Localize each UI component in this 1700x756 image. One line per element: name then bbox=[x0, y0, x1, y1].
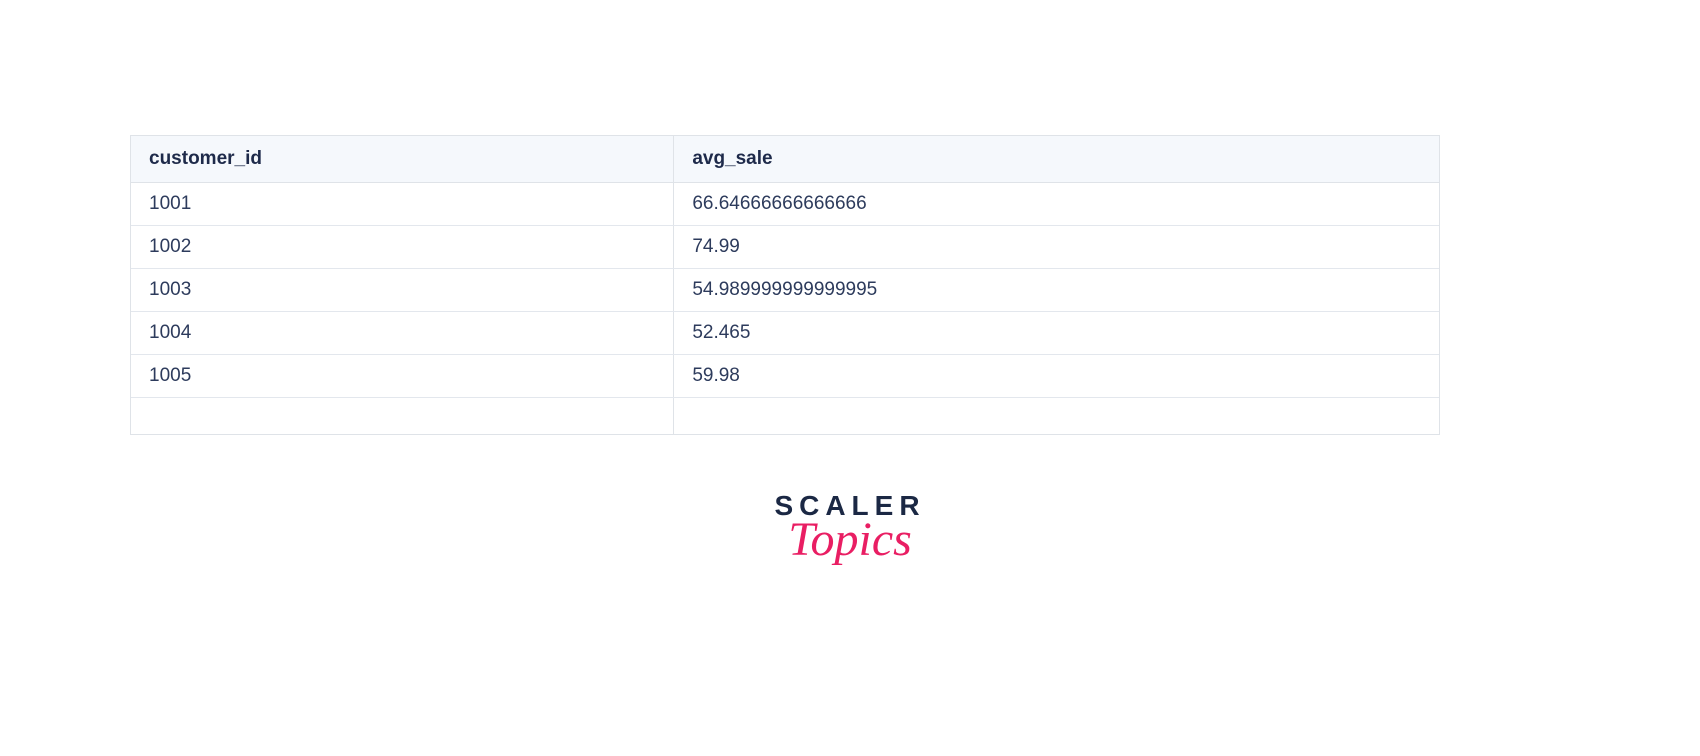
cell-customer-id: 1003 bbox=[131, 269, 674, 312]
cell-customer-id: 1001 bbox=[131, 183, 674, 226]
table-row: 1003 54.989999999999995 bbox=[131, 269, 1439, 312]
scaler-topics-logo: SCALER Topics bbox=[774, 490, 925, 567]
table-row: 1002 74.99 bbox=[131, 226, 1439, 269]
table-header-row: customer_id avg_sale bbox=[131, 136, 1439, 183]
cell-avg-sale: 59.98 bbox=[674, 355, 1439, 398]
cell-avg-sale: 74.99 bbox=[674, 226, 1439, 269]
logo-text-topics: Topics bbox=[774, 512, 925, 567]
results-table: customer_id avg_sale 1001 66.64666666666… bbox=[131, 136, 1439, 434]
cell-avg-sale: 66.64666666666666 bbox=[674, 183, 1439, 226]
column-header-avg-sale: avg_sale bbox=[674, 136, 1439, 183]
table-empty-row bbox=[131, 398, 1439, 434]
cell-customer-id: 1005 bbox=[131, 355, 674, 398]
column-header-customer-id: customer_id bbox=[131, 136, 674, 183]
empty-cell bbox=[674, 398, 1439, 434]
empty-cell bbox=[131, 398, 674, 434]
table-row: 1004 52.465 bbox=[131, 312, 1439, 355]
table-row: 1005 59.98 bbox=[131, 355, 1439, 398]
cell-avg-sale: 52.465 bbox=[674, 312, 1439, 355]
cell-customer-id: 1002 bbox=[131, 226, 674, 269]
table-row: 1001 66.64666666666666 bbox=[131, 183, 1439, 226]
cell-customer-id: 1004 bbox=[131, 312, 674, 355]
cell-avg-sale: 54.989999999999995 bbox=[674, 269, 1439, 312]
results-table-container: customer_id avg_sale 1001 66.64666666666… bbox=[130, 135, 1440, 435]
